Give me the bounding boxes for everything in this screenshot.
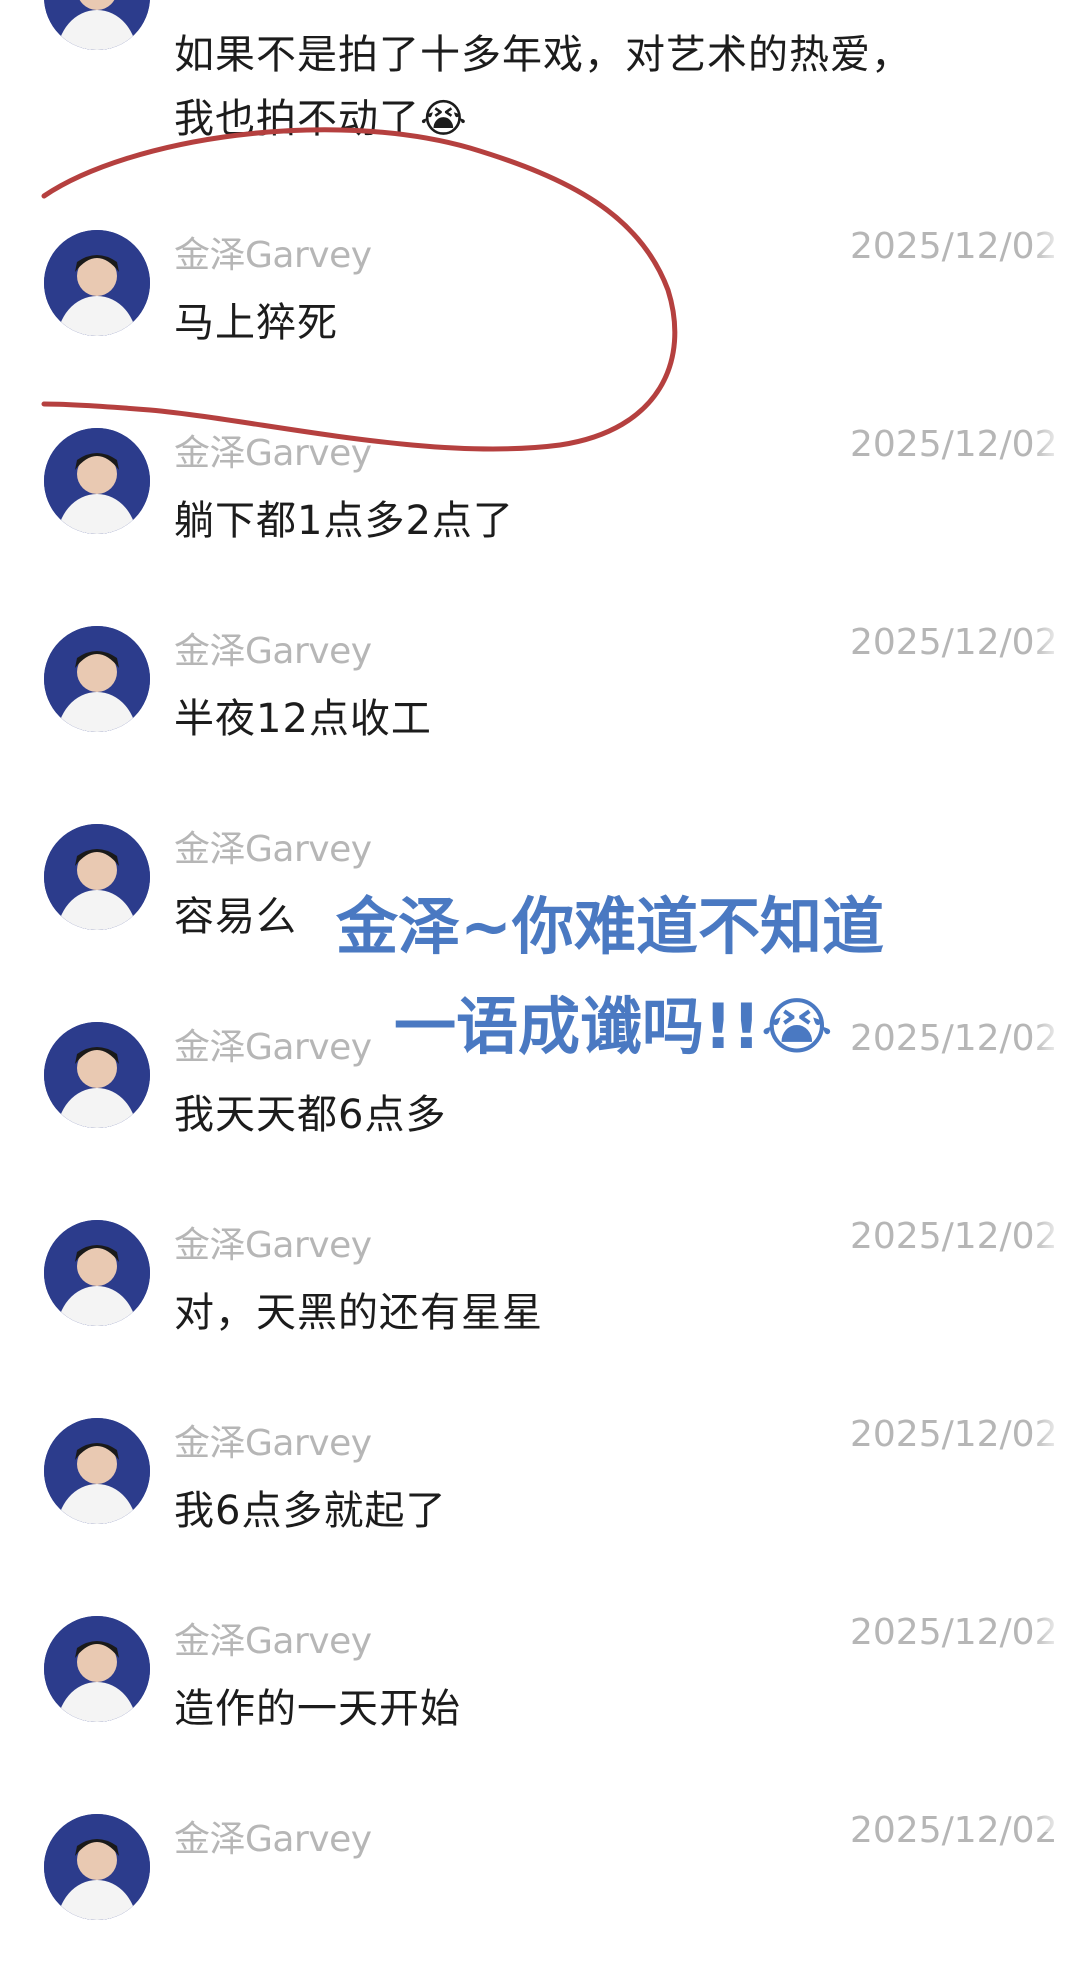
overlay-commentary-line2: 一语成谶吗!!😭 bbox=[394, 990, 834, 1063]
overlay-commentary-line1: 金泽~你难道不知道 bbox=[336, 890, 884, 963]
right-edge-fade bbox=[1032, 0, 1080, 1832]
crying-emoji-icon: 😭 bbox=[760, 990, 834, 1063]
chat-screen: 如果不是拍了十多年戏，对艺术的热爱， 我也拍不动了😭 金泽Garvey 2025/… bbox=[0, 0, 1080, 1920]
